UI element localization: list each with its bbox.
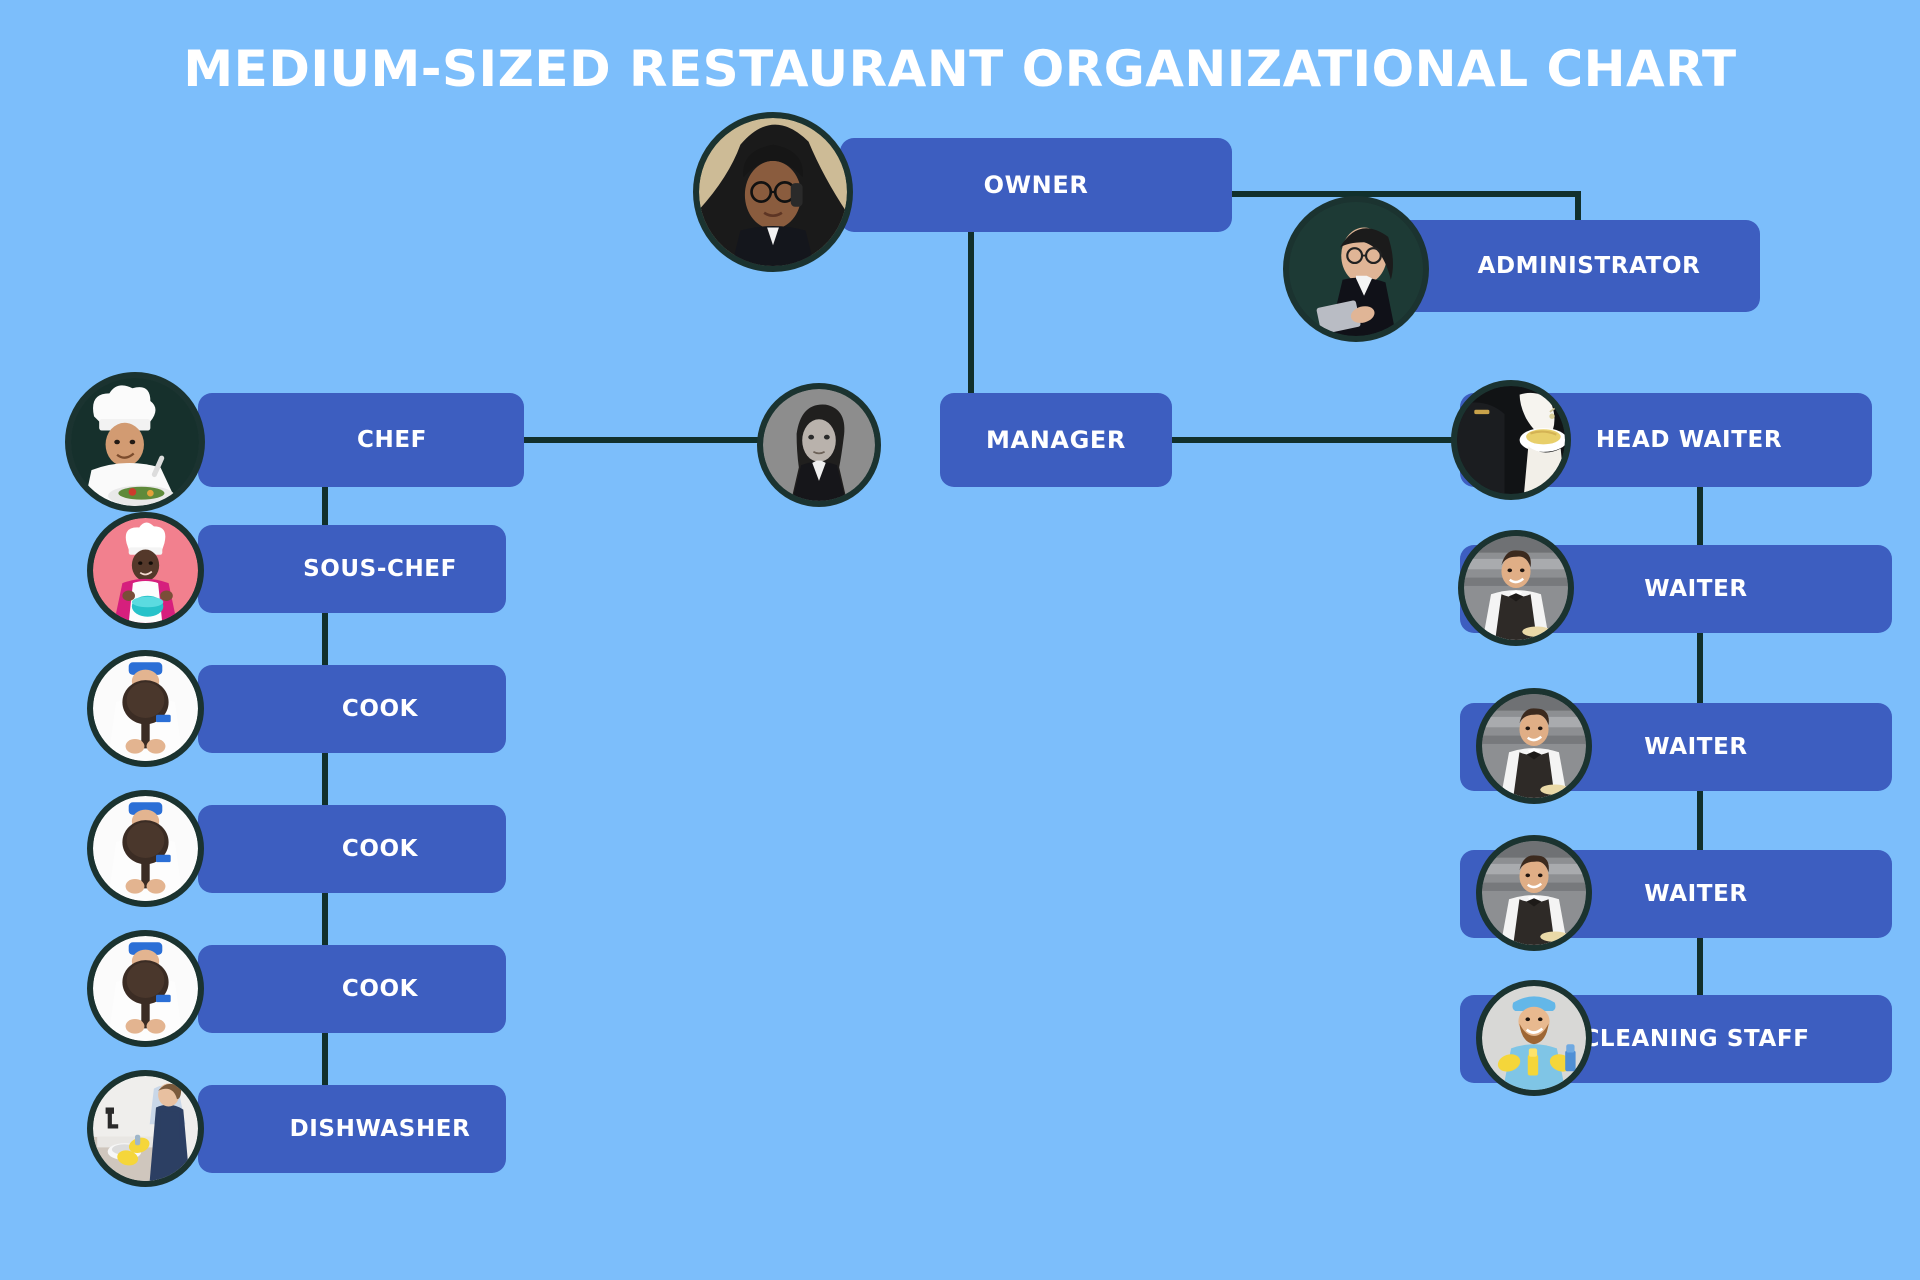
avatar-waiter-1 <box>1458 530 1574 646</box>
node-cook-1-label: COOK <box>341 696 419 722</box>
node-cook-2-box[interactable]: COOK <box>198 805 506 893</box>
avatar-sous-chef <box>87 512 204 629</box>
avatar-waiter-2 <box>1476 688 1592 804</box>
node-dishwasher-label: DISHWASHER <box>289 1116 471 1142</box>
node-head-waiter-label: HEAD WAITER <box>1595 427 1783 453</box>
node-sous-chef-box[interactable]: SOUS-CHEF <box>198 525 506 613</box>
avatar-cook-2 <box>87 790 204 907</box>
avatar-dishwasher <box>87 1070 204 1187</box>
node-manager-box[interactable]: MANAGER <box>940 393 1172 487</box>
avatar-cook-3 <box>87 930 204 1047</box>
node-cook-3-label: COOK <box>341 976 419 1002</box>
node-owner-box[interactable]: OWNER <box>840 138 1232 232</box>
page-title: MEDIUM-SIZED RESTAURANT ORGANIZATIONAL C… <box>183 40 1737 98</box>
node-chef-box[interactable]: CHEF <box>198 393 524 487</box>
avatar-administrator <box>1283 196 1429 342</box>
avatar-cook-1 <box>87 650 204 767</box>
avatar-waiter-3 <box>1476 835 1592 951</box>
node-cook-1-box[interactable]: COOK <box>198 665 506 753</box>
avatar-owner <box>693 112 853 272</box>
node-waiter-2-label: WAITER <box>1644 734 1748 760</box>
avatar-chef <box>65 372 205 512</box>
node-chef-label: CHEF <box>357 427 427 453</box>
node-waiter-1-label: WAITER <box>1644 576 1748 602</box>
node-dishwasher-box[interactable]: DISHWASHER <box>198 1085 506 1173</box>
node-cook-2-label: COOK <box>341 836 419 862</box>
node-waiter-3-label: WAITER <box>1644 881 1748 907</box>
avatar-head-waiter <box>1451 380 1571 500</box>
node-manager-label: MANAGER <box>986 426 1126 454</box>
node-sous-chef-label: SOUS-CHEF <box>303 556 457 582</box>
node-owner-label: OWNER <box>983 171 1089 199</box>
node-administrator-label: ADMINISTRATOR <box>1477 253 1701 279</box>
node-cook-3-box[interactable]: COOK <box>198 945 506 1033</box>
avatar-manager <box>757 383 881 507</box>
node-cleaning-staff-label: CLEANING STAFF <box>1582 1026 1810 1052</box>
avatar-cleaning-staff <box>1476 980 1592 1096</box>
org-chart-canvas: MEDIUM-SIZED RESTAURANT ORGANIZATIONAL C… <box>0 0 1920 1280</box>
